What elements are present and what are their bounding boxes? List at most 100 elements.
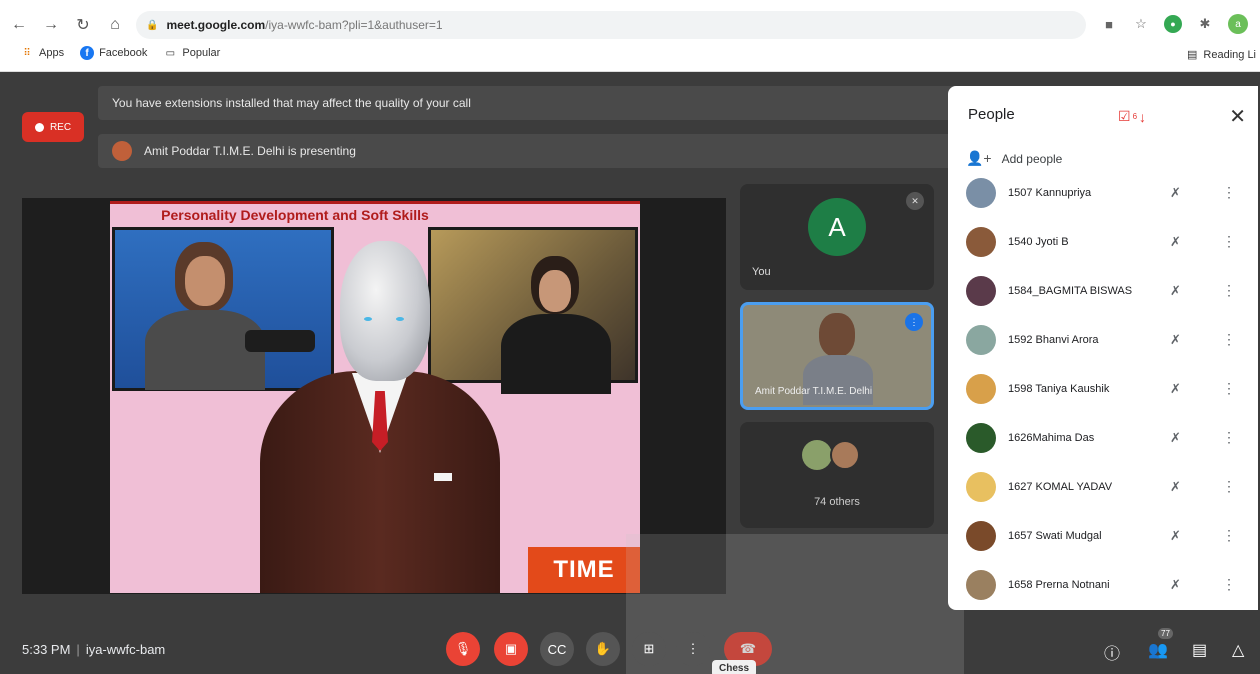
more-options-icon[interactable]: ⋮ (1222, 429, 1236, 446)
folder-icon: ▭ (165, 47, 176, 59)
apps-grid-icon: ⠿ (23, 47, 31, 59)
mic-off-icon: 🎙 (454, 641, 472, 656)
forward-icon[interactable]: → (38, 12, 64, 38)
mic-off-button[interactable]: 🎙 (446, 632, 480, 666)
bookmark-popular[interactable]: ▭ Popular (163, 46, 221, 60)
more-options-button[interactable]: ⋮ (676, 632, 710, 666)
add-people-button[interactable]: 👤+ Add people (966, 150, 1062, 167)
mic-muted-icon: ✗ (1170, 429, 1181, 445)
others-avatar (830, 440, 860, 470)
self-tile[interactable]: A ✕ You (740, 184, 934, 290)
participant-row[interactable]: 1626Mahima Das ✗ ⋮ (948, 413, 1258, 462)
bookmark-star-icon[interactable]: ☆ (1132, 15, 1150, 33)
mic-muted-icon: ✗ (1170, 478, 1181, 494)
participant-avatar (966, 373, 996, 404)
participant-name: 1657 Swati Mudgal (1008, 529, 1102, 542)
mic-muted-icon: ✗ (1170, 282, 1181, 298)
browser-toolbar: ← → ↻ ⌂ 🔒 meet.google.com /iya-wwfc-bam?… (0, 0, 1260, 72)
phone-hangup-icon: ☎ (739, 641, 757, 656)
reload-icon[interactable]: ↻ (70, 12, 96, 38)
camera-off-button[interactable]: ▣ (494, 632, 528, 666)
camera-permission-icon[interactable]: ■ (1100, 15, 1118, 33)
camera-off-icon: ▣ (504, 641, 518, 656)
speaker-tile[interactable]: ⋮ Amit Poddar T.I.M.E. Delhi (740, 302, 934, 410)
add-person-icon: 👤+ (966, 150, 992, 166)
others-avatar (802, 440, 832, 470)
presenter-avatar (112, 141, 132, 161)
speaking-indicator-icon: ⋮ (905, 313, 923, 331)
captions-button[interactable]: CC (540, 632, 574, 666)
people-count-badge: 77 (1158, 628, 1173, 639)
participant-name: 1507 Kannupriya (1008, 186, 1092, 199)
raise-hand-button[interactable]: ✋ (586, 632, 620, 666)
slide-photo-left (112, 227, 334, 391)
mic-muted-icon: ✗ (1170, 527, 1181, 543)
participant-row[interactable]: 1657 Swati Mudgal ✗ ⋮ (948, 511, 1258, 560)
mic-muted-icon: ✗ (1170, 380, 1181, 396)
home-icon[interactable]: ⌂ (102, 12, 128, 38)
participant-avatar (966, 422, 996, 453)
participant-row[interactable]: 1592 Bhanvi Arora ✗ ⋮ (948, 315, 1258, 364)
participant-name: 1584_BAGMITA BISWAS (1008, 284, 1133, 297)
participant-row[interactable]: 1507 Kannupriya ✗ ⋮ (948, 168, 1258, 217)
extension-icon[interactable]: ● (1164, 15, 1182, 33)
facebook-icon: f (80, 46, 95, 60)
meeting-info: 5:33 PM | iya-wwfc-bam (22, 642, 166, 657)
captions-icon: CC (547, 641, 567, 657)
others-count: 74 others (814, 496, 860, 508)
participant-row[interactable]: 1584_BAGMITA BISWAS ✗ ⋮ (948, 266, 1258, 315)
participant-name: 1626Mahima Das (1008, 431, 1095, 444)
participant-row[interactable]: 1627 KOMAL YADAV ✗ ⋮ (948, 462, 1258, 511)
people-panel: People ☑ 6 ↓ ✕ 👤+ Add people 1507 Kannupri… (948, 86, 1258, 610)
hand-icon: ✋ (594, 641, 612, 656)
participant-avatar (966, 324, 996, 355)
participant-row[interactable]: 1598 Taniya Kaushik ✗ ⋮ (948, 364, 1258, 413)
presentation-slide: Personality Development and Soft Skills (110, 201, 640, 593)
participant-name: 1540 Jyoti B (1008, 235, 1069, 248)
chat-icon[interactable]: ▤ (1192, 640, 1207, 660)
more-options-icon[interactable]: ⋮ (1222, 478, 1236, 495)
more-options-icon[interactable]: ⋮ (1222, 282, 1236, 299)
reading-list[interactable]: ▤ Reading Li (1187, 48, 1256, 62)
profile-avatar-icon[interactable]: a (1228, 14, 1248, 34)
more-options-icon[interactable]: ⋮ (1222, 184, 1236, 201)
participant-name: 1598 Taniya Kaushik (1008, 382, 1110, 395)
back-icon[interactable]: ← (6, 12, 32, 38)
meeting-controls-bar: 5:33 PM | iya-wwfc-bam 🎙 ▣ CC ✋ ⊞ ⋮ ☎ Ches… (0, 626, 1260, 674)
time-logo: TIME (528, 547, 640, 593)
participant-name: 1592 Bhanvi Arora (1008, 333, 1099, 346)
participant-list: 1507 Kannupriya ✗ ⋮ 1540 Jyoti B ✗ ⋮ 1584_BAGM… (948, 168, 1258, 609)
more-options-icon[interactable]: ⋮ (1222, 576, 1236, 593)
recording-indicator: REC (22, 112, 84, 142)
self-label: You (752, 266, 771, 278)
present-button[interactable]: ⊞ (632, 632, 666, 666)
address-bar[interactable]: 🔒 meet.google.com /iya-wwfc-bam?pli=1&au… (136, 11, 1086, 39)
mic-muted-icon: ✗ (1170, 576, 1181, 592)
more-options-icon[interactable]: ⋮ (1222, 527, 1236, 544)
robot-head-graphic (340, 241, 430, 381)
more-options-icon[interactable]: ⋮ (1222, 331, 1236, 348)
mic-muted-icon: ✗ (1170, 331, 1181, 347)
checkbox-icon: ☑ (1118, 108, 1131, 124)
more-options-icon[interactable]: ⋮ (1222, 233, 1236, 250)
close-icon[interactable]: ✕ (1229, 104, 1246, 129)
participant-row[interactable]: 1540 Jyoti B ✗ ⋮ (948, 217, 1258, 266)
bookmark-apps[interactable]: ⠿ Apps (20, 46, 64, 60)
participant-avatar (966, 275, 996, 306)
people-icon[interactable]: 👥 (1148, 640, 1168, 660)
more-options-icon[interactable]: ⋮ (1222, 380, 1236, 397)
meeting-details-icon[interactable]: ⓘ (1104, 640, 1120, 664)
arrow-down-icon: ↓ (1139, 108, 1147, 125)
others-tile[interactable]: 74 others (740, 422, 934, 528)
bookmark-facebook[interactable]: f Facebook (80, 46, 147, 60)
lock-icon: 🔒 (146, 19, 159, 31)
participant-row[interactable]: 1658 Prerna Notnani ✗ ⋮ (948, 560, 1258, 609)
record-dot-icon (34, 122, 44, 132)
activities-icon[interactable]: △ (1232, 640, 1244, 660)
participant-name: 1658 Prerna Notnani (1008, 578, 1110, 591)
mic-muted-icon: ✗ (1170, 233, 1181, 249)
url-path: /iya-wwfc-bam?pli=1&authuser=1 (265, 18, 443, 32)
extensions-puzzle-icon[interactable]: ✱ (1196, 15, 1214, 33)
slide-top-rule (110, 201, 640, 204)
speaker-name: Amit Poddar T.I.M.E. Delhi (755, 386, 873, 397)
